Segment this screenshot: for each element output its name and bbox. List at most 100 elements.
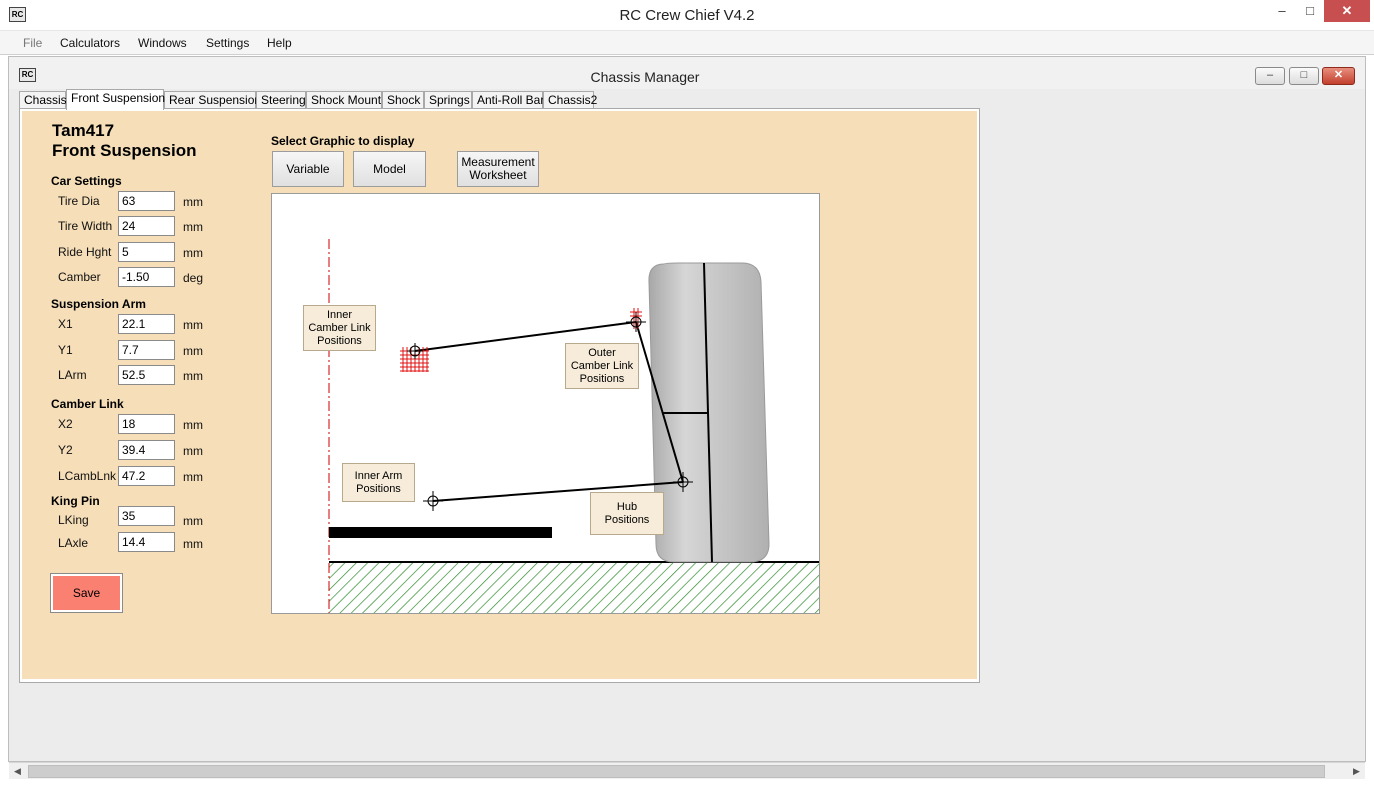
callout-outer-camber: Outer Camber Link Positions: [565, 343, 639, 389]
tire-width-input[interactable]: [118, 216, 175, 236]
tab-shock-mount[interactable]: Shock Mount: [306, 91, 382, 109]
label-tire-width: Tire Width: [58, 219, 113, 233]
ground-hatch: [329, 562, 819, 613]
unit-tire-dia: mm: [183, 195, 203, 209]
tab-chassis2[interactable]: Chassis2: [543, 91, 597, 109]
menu-bar: File Calculators Windows Settings Help: [0, 31, 1374, 55]
y2-input[interactable]: [118, 440, 175, 460]
close-button[interactable]: ✕: [1324, 0, 1370, 22]
crosshair-inner-camber: [407, 343, 423, 359]
child-maximize-button[interactable]: □: [1289, 67, 1319, 85]
callout-inner-camber-line2: Camber Link: [308, 321, 371, 334]
model-button-label: Model: [373, 161, 406, 176]
camber-input[interactable]: [118, 267, 175, 287]
variable-button-label: Variable: [286, 161, 330, 176]
unit-laxle: mm: [183, 537, 203, 551]
label-tire-dia: Tire Dia: [58, 194, 100, 208]
label-y2: Y2: [58, 443, 73, 457]
menu-settings[interactable]: Settings: [206, 36, 249, 50]
scroll-right-arrow-icon[interactable]: ▶: [1348, 764, 1365, 779]
callout-outer-camber-line1: Outer: [588, 346, 616, 359]
scrollbar-thumb[interactable]: [28, 765, 1325, 778]
measurement-worksheet-button[interactable]: Measurement Worksheet: [457, 151, 539, 187]
unit-y2: mm: [183, 444, 203, 458]
suspension-diagram-svg: [328, 239, 819, 613]
tab-chassis[interactable]: Chassis: [19, 91, 67, 109]
label-x1: X1: [58, 317, 73, 331]
group-car-settings: Car Settings: [51, 174, 122, 188]
tab-steering[interactable]: Steering: [256, 91, 306, 109]
label-x2: X2: [58, 417, 73, 431]
group-king-pin: King Pin: [51, 494, 100, 508]
select-graphic-label: Select Graphic to display: [271, 134, 415, 148]
maximize-button[interactable]: □: [1296, 0, 1324, 22]
tab-springs[interactable]: Springs: [424, 91, 472, 109]
unit-larm: mm: [183, 369, 203, 383]
save-button[interactable]: Save: [50, 573, 123, 613]
unit-lcamblnk: mm: [183, 470, 203, 484]
label-larm: LArm: [58, 368, 87, 382]
callout-hub: Hub Positions: [590, 492, 664, 535]
model-name: Tam417: [52, 121, 115, 140]
horizontal-scrollbar[interactable]: ◀ ▶: [9, 762, 1365, 779]
child-minimize-button[interactable]: –: [1255, 67, 1285, 85]
menu-help[interactable]: Help: [267, 36, 292, 50]
callout-inner-arm-line2: Positions: [356, 482, 401, 495]
lking-input[interactable]: [118, 506, 175, 526]
ride-hght-input[interactable]: [118, 242, 175, 262]
unit-x1: mm: [183, 318, 203, 332]
crosshair-outer-camber: [626, 312, 646, 332]
window-title: RC Crew Chief V4.2: [619, 7, 755, 24]
callout-inner-arm-line1: Inner Arm: [354, 469, 403, 482]
label-ride-hght: Ride Hght: [58, 245, 112, 259]
suspension-diagram: Inner Camber Link Positions Outer Camber…: [271, 193, 820, 614]
tab-front-suspension[interactable]: Front Suspension: [66, 89, 165, 110]
callout-outer-camber-line2: Camber Link: [570, 359, 634, 372]
child-close-button[interactable]: ✕: [1322, 67, 1355, 85]
unit-tire-width: mm: [183, 220, 203, 234]
callout-hub-line1: Hub: [616, 500, 638, 513]
callout-inner-camber-line3: Positions: [317, 334, 362, 347]
y1-input[interactable]: [118, 340, 175, 360]
x1-input[interactable]: [118, 314, 175, 334]
callout-hub-line2: Positions: [604, 513, 650, 526]
section-title: Front Suspension: [52, 141, 197, 160]
laxle-input[interactable]: [118, 532, 175, 552]
label-lking: LKing: [58, 513, 89, 527]
callout-outer-camber-line3: Positions: [579, 372, 625, 385]
minimize-button[interactable]: –: [1268, 0, 1296, 22]
crosshair-inner-arm: [423, 491, 443, 511]
unit-x2: mm: [183, 418, 203, 432]
label-lcamblnk: LCambLnk: [58, 469, 117, 483]
unit-y1: mm: [183, 344, 203, 358]
app-titlebar: RC RC Crew Chief V4.2 – □ ✕: [0, 0, 1374, 31]
tire-dia-input[interactable]: [118, 191, 175, 211]
larm-input[interactable]: [118, 365, 175, 385]
label-laxle: LAxle: [58, 536, 89, 550]
child-window-title: Chassis Manager: [590, 69, 700, 85]
lcamblnk-input[interactable]: [118, 466, 175, 486]
callout-inner-arm: Inner Arm Positions: [342, 463, 415, 502]
group-camber-link: Camber Link: [51, 397, 124, 411]
measurement-button-line2: Worksheet: [469, 168, 527, 182]
unit-camber: deg: [183, 271, 204, 285]
menu-windows[interactable]: Windows: [138, 36, 187, 50]
menu-calculators[interactable]: Calculators: [60, 36, 120, 50]
group-suspension-arm: Suspension Arm: [51, 297, 146, 311]
menu-file[interactable]: File: [23, 36, 42, 50]
unit-ride-hght: mm: [183, 246, 203, 260]
child-window-titlebar: RC Chassis Manager – □ ✕: [9, 57, 1365, 89]
tab-anti-roll-bar[interactable]: Anti-Roll Bar: [472, 91, 544, 109]
scroll-left-arrow-icon[interactable]: ◀: [9, 764, 26, 779]
tab-shock[interactable]: Shock: [382, 91, 424, 109]
x2-input[interactable]: [118, 414, 175, 434]
tab-rear-suspension[interactable]: Rear Suspension: [164, 91, 261, 109]
chassis-plate: [329, 527, 552, 538]
unit-lking: mm: [183, 514, 203, 528]
label-camber: Camber: [58, 270, 101, 284]
model-button[interactable]: Model: [353, 151, 426, 187]
callout-inner-camber: Inner Camber Link Positions: [303, 305, 376, 351]
callout-inner-camber-line1: Inner: [326, 308, 353, 321]
label-y1: Y1: [58, 343, 73, 357]
variable-button[interactable]: Variable: [272, 151, 344, 187]
